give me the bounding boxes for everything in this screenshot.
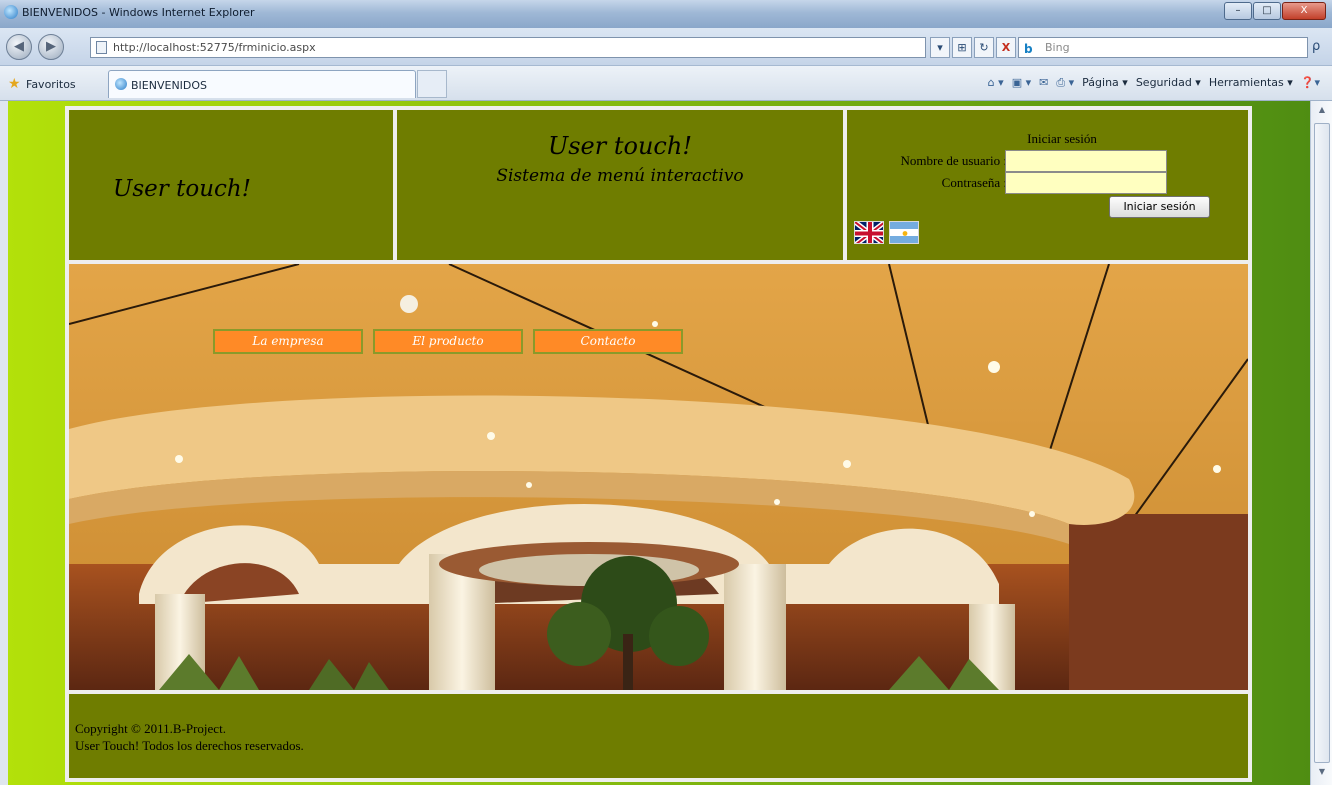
help-icon[interactable]: ❓▾ <box>1301 76 1320 90</box>
password-row: Contraseña : <box>847 172 1007 194</box>
hero-image: La empresa El producto Contacto <box>69 264 1248 690</box>
page-icon <box>96 41 107 54</box>
url-input[interactable]: http://localhost:52775/frminicio.aspx <box>90 37 926 58</box>
spanish-argentina-flag-icon[interactable] <box>889 221 919 244</box>
rights-text: User Touch! Todos los derechos reservado… <box>75 738 304 753</box>
password-field[interactable] <box>1005 172 1167 194</box>
forward-button[interactable]: ▶ <box>38 34 64 60</box>
window-controls: – □ X <box>1224 2 1326 20</box>
password-label: Contraseña : <box>941 175 1007 190</box>
ie-icon <box>4 5 18 19</box>
brand-cell: User touch! Sistema de menú interactivo <box>397 110 843 260</box>
address-dropdown-icon[interactable]: ▾ <box>930 37 950 58</box>
stop-icon[interactable]: X <box>996 37 1016 58</box>
feeds-icon[interactable]: ▣ ▾ <box>1012 76 1031 90</box>
favorites-star-icon[interactable]: ★ <box>8 76 21 92</box>
maximize-button[interactable]: □ <box>1253 2 1281 20</box>
favorites-bar: ★ Favoritos BIENVENIDOS ⌂ ▾ ▣ ▾ ✉ ⎙ ▾ Pá… <box>0 66 1332 101</box>
footer: Copyright © 2011.B-Project. User Touch! … <box>69 694 1248 778</box>
safety-menu[interactable]: Seguridad ▾ <box>1136 76 1201 90</box>
scroll-down-icon[interactable]: ▼ <box>1315 767 1329 781</box>
mail-icon[interactable]: ✉ <box>1039 76 1048 90</box>
tab-bienvenidos[interactable]: BIENVENIDOS <box>108 70 416 98</box>
command-bar: ⌂ ▾ ▣ ▾ ✉ ⎙ ▾ Página ▾ Seguridad ▾ Herra… <box>988 76 1320 90</box>
address-bar: ◀ ▶ http://localhost:52775/frminicio.asp… <box>0 28 1332 66</box>
tab-ie-icon <box>115 78 127 90</box>
search-placeholder: Bing <box>1045 41 1070 54</box>
username-field[interactable] <box>1005 150 1167 172</box>
page-container: User touch! User touch! Sistema de menú … <box>65 106 1252 782</box>
search-input[interactable]: b Bing <box>1018 37 1308 58</box>
login-heading: Iniciar sesión <box>1027 131 1097 146</box>
menu-item-la-empresa[interactable]: La empresa <box>213 329 363 354</box>
scroll-thumb[interactable] <box>1314 123 1330 763</box>
page-viewport: User touch! User touch! Sistema de menú … <box>8 101 1310 785</box>
compatibility-view-icon[interactable]: ⊞ <box>952 37 972 58</box>
menu-item-contacto[interactable]: Contacto <box>533 329 683 354</box>
logo-cell: User touch! <box>69 110 393 260</box>
login-panel: Iniciar sesión Nombre de usuario : Contr… <box>847 110 1248 260</box>
title-bar: BIENVENIDOS - Windows Internet Explorer … <box>0 0 1332 28</box>
tools-menu[interactable]: Herramientas ▾ <box>1209 76 1293 90</box>
english-flag-icon[interactable] <box>854 221 884 244</box>
refresh-icon[interactable]: ↻ <box>974 37 994 58</box>
new-tab-button[interactable] <box>417 70 447 98</box>
brand-subtitle: Sistema de menú interactivo <box>496 166 744 186</box>
home-icon[interactable]: ⌂ ▾ <box>988 76 1004 90</box>
login-button[interactable]: Iniciar sesión <box>1109 196 1210 218</box>
brand-title: User touch! <box>548 132 692 160</box>
url-text: http://localhost:52775/frminicio.aspx <box>113 41 316 54</box>
copyright-text: Copyright © 2011.B-Project. <box>75 721 226 736</box>
scroll-up-icon[interactable]: ▲ <box>1315 105 1329 119</box>
menu-item-el-producto[interactable]: El producto <box>373 329 523 354</box>
vertical-scrollbar[interactable]: ▲ ▼ <box>1310 101 1332 785</box>
page-menu[interactable]: Página ▾ <box>1082 76 1128 90</box>
logo-text: User touch! <box>113 176 251 202</box>
tab-title: BIENVENIDOS <box>131 79 208 92</box>
close-window-button[interactable]: X <box>1282 2 1326 20</box>
search-icon[interactable]: ρ <box>1312 39 1320 54</box>
minimize-button[interactable]: – <box>1224 2 1252 20</box>
username-label: Nombre de usuario : <box>900 153 1007 168</box>
restaurant-interior-image <box>69 264 1248 690</box>
window-title: BIENVENIDOS - Windows Internet Explorer <box>22 6 255 19</box>
print-icon[interactable]: ⎙ ▾ <box>1056 76 1074 90</box>
bing-icon: b <box>1024 42 1033 56</box>
address-tools: ▾ ⊞ ↻ X <box>930 37 1016 58</box>
favorites-button[interactable]: Favoritos <box>26 78 76 91</box>
username-row: Nombre de usuario : <box>847 150 1007 172</box>
back-button[interactable]: ◀ <box>6 34 32 60</box>
